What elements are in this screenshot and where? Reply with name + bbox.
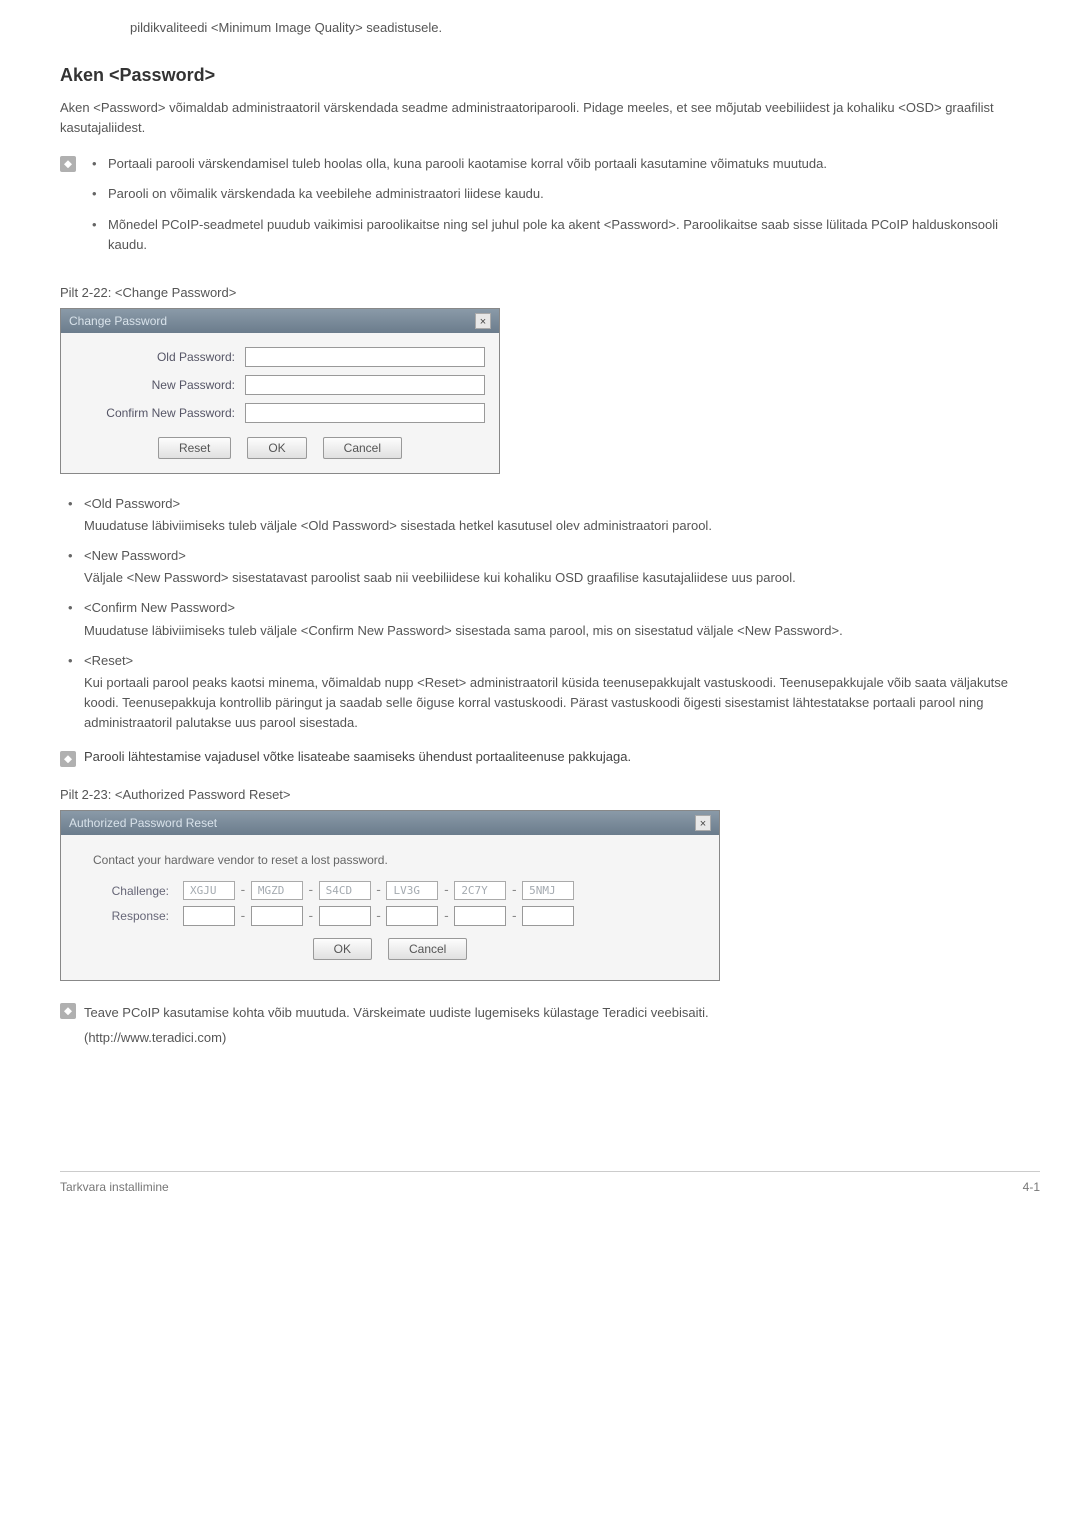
inline-note-text: Parooli lähtestamise vajadusel võtke lis… xyxy=(84,749,1040,767)
def-desc: Väljale <New Password> sisestatavast par… xyxy=(84,568,1040,588)
old-password-label: Old Password: xyxy=(75,350,245,364)
close-icon[interactable]: × xyxy=(695,815,711,831)
challenge-seg: XGJU xyxy=(183,881,235,900)
def-term: <Old Password> xyxy=(84,494,1040,514)
challenge-seg: 5NMJ xyxy=(522,881,574,900)
challenge-seg: LV3G xyxy=(386,881,438,900)
response-label: Response: xyxy=(93,909,183,923)
response-input[interactable] xyxy=(522,906,574,926)
intro-paragraph: Aken <Password> võimaldab administraator… xyxy=(60,98,1040,138)
note-icon xyxy=(60,156,76,172)
def-desc: Kui portaali parool peaks kaotsi minema,… xyxy=(84,673,1040,733)
def-term: <Reset> xyxy=(84,651,1040,671)
figure-caption-2: Pilt 2-23: <Authorized Password Reset> xyxy=(60,787,1040,802)
separator: - xyxy=(375,883,383,898)
authorized-reset-dialog: Authorized Password Reset × Contact your… xyxy=(60,810,720,981)
separator: - xyxy=(239,909,247,924)
new-password-input[interactable] xyxy=(245,375,485,395)
response-input[interactable] xyxy=(183,906,235,926)
separator: - xyxy=(375,909,383,924)
note-bullet-list: Portaali parooli värskendamisel tuleb ho… xyxy=(84,154,1040,255)
dialog-title-text: Change Password xyxy=(69,314,167,328)
dialog-title-text: Authorized Password Reset xyxy=(69,816,217,830)
confirm-password-input[interactable] xyxy=(245,403,485,423)
note-icon xyxy=(60,1003,76,1019)
separator: - xyxy=(510,909,518,924)
reset-button[interactable]: Reset xyxy=(158,437,231,459)
footer-left: Tarkvara installimine xyxy=(60,1180,169,1194)
dialog-titlebar: Authorized Password Reset × xyxy=(61,811,719,835)
response-input[interactable] xyxy=(319,906,371,926)
note-block: Portaali parooli värskendamisel tuleb ho… xyxy=(60,154,1040,265)
separator: - xyxy=(442,909,450,924)
separator: - xyxy=(239,883,247,898)
list-item: Portaali parooli värskendamisel tuleb ho… xyxy=(84,154,1040,174)
separator: - xyxy=(307,909,315,924)
separator: - xyxy=(510,883,518,898)
contact-text: Contact your hardware vendor to reset a … xyxy=(75,849,705,881)
dialog-titlebar: Change Password × xyxy=(61,309,499,333)
response-input[interactable] xyxy=(386,906,438,926)
list-item: <New Password> Väljale <New Password> si… xyxy=(60,546,1040,588)
footer-right: 4-1 xyxy=(1023,1180,1040,1194)
list-item: <Old Password> Muudatuse läbiviimiseks t… xyxy=(60,494,1040,536)
old-password-input[interactable] xyxy=(245,347,485,367)
change-password-dialog: Change Password × Old Password: New Pass… xyxy=(60,308,500,474)
list-item: <Confirm New Password> Muudatuse läbivii… xyxy=(60,598,1040,640)
list-item: Mõnedel PCoIP-seadmetel puudub vaikimisi… xyxy=(84,215,1040,255)
challenge-seg: MGZD xyxy=(251,881,303,900)
challenge-seg: S4CD xyxy=(319,881,371,900)
top-note: pildikvaliteedi <Minimum Image Quality> … xyxy=(130,20,1040,35)
response-input[interactable] xyxy=(251,906,303,926)
challenge-seg: 2C7Y xyxy=(454,881,506,900)
ok-button[interactable]: OK xyxy=(247,437,306,459)
def-term: <New Password> xyxy=(84,546,1040,566)
final-note: Teave PCoIP kasutamise kohta võib muutud… xyxy=(60,1001,1040,1050)
challenge-segments: XGJU- MGZD- S4CD- LV3G- 2C7Y- 5NMJ xyxy=(183,881,574,900)
challenge-label: Challenge: xyxy=(93,884,183,898)
def-desc: Muudatuse läbiviimiseks tuleb väljale <O… xyxy=(84,516,1040,536)
close-icon[interactable]: × xyxy=(475,313,491,329)
list-item: <Reset> Kui portaali parool peaks kaotsi… xyxy=(60,651,1040,734)
confirm-password-label: Confirm New Password: xyxy=(75,406,245,420)
list-item: Parooli on võimalik värskendada ka veebi… xyxy=(84,184,1040,204)
note-icon xyxy=(60,751,76,767)
page-heading: Aken <Password> xyxy=(60,65,1040,86)
def-desc: Muudatuse läbiviimiseks tuleb väljale <C… xyxy=(84,621,1040,641)
separator: - xyxy=(307,883,315,898)
response-input[interactable] xyxy=(454,906,506,926)
definition-list: <Old Password> Muudatuse läbiviimiseks t… xyxy=(60,494,1040,733)
final-note-line2: (http://www.teradici.com) xyxy=(84,1026,709,1051)
cancel-button[interactable]: Cancel xyxy=(388,938,467,960)
final-note-line1: Teave PCoIP kasutamise kohta võib muutud… xyxy=(84,1001,709,1026)
page-footer: Tarkvara installimine 4-1 xyxy=(60,1171,1040,1194)
ok-button[interactable]: OK xyxy=(313,938,372,960)
def-term: <Confirm New Password> xyxy=(84,598,1040,618)
separator: - xyxy=(442,883,450,898)
figure-caption-1: Pilt 2-22: <Change Password> xyxy=(60,285,1040,300)
new-password-label: New Password: xyxy=(75,378,245,392)
inline-note-block: Parooli lähtestamise vajadusel võtke lis… xyxy=(60,749,1040,767)
cancel-button[interactable]: Cancel xyxy=(323,437,402,459)
